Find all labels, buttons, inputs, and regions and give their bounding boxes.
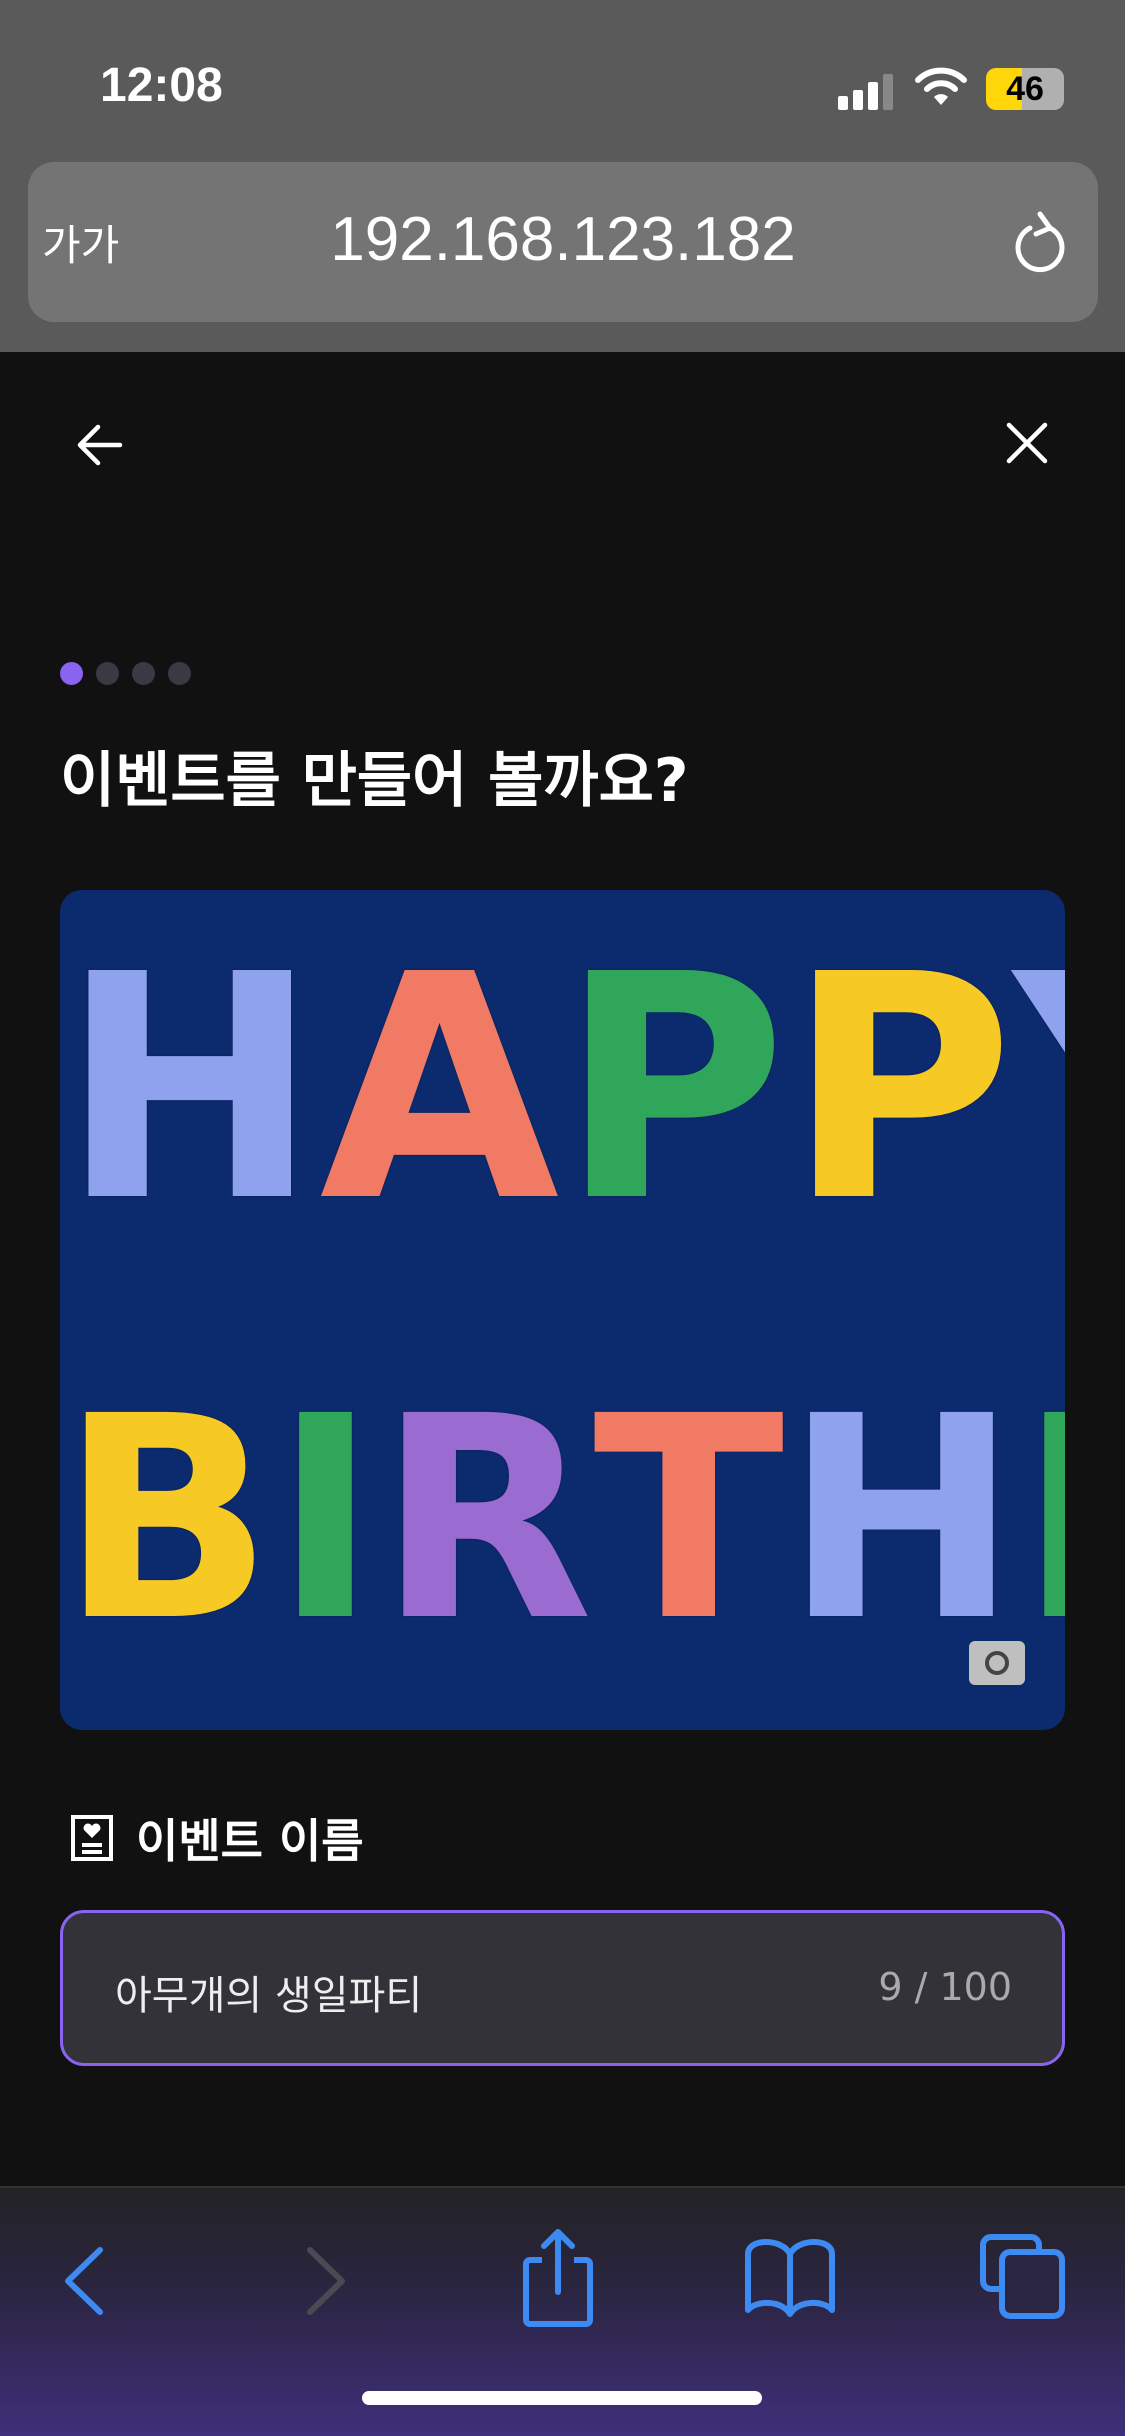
hero-letter: Y — [1014, 900, 1065, 1280]
tabs-icon[interactable] — [980, 2234, 1066, 2320]
hero-letter: P — [559, 909, 787, 1270]
hero-letter: D — [1019, 1330, 1065, 1710]
hero-letter: T — [593, 1357, 785, 1683]
browser-chrome: 12:08 46 가가 192.168.123.182 — [0, 0, 1125, 352]
close-icon[interactable] — [1004, 420, 1050, 466]
address-bar[interactable]: 가가 192.168.123.182 — [28, 162, 1098, 322]
hero-letter: B — [60, 1357, 274, 1683]
hero-letter: I — [273, 1357, 378, 1683]
hero-line-1: HAPPY — [60, 900, 1065, 1280]
wifi-icon — [915, 67, 967, 105]
hero-letter: P — [786, 909, 1014, 1270]
hero-line-2: BIRTHDAY — [60, 1330, 1065, 1710]
home-indicator[interactable] — [362, 2391, 762, 2405]
share-icon[interactable] — [520, 2228, 596, 2328]
battery-indicator: 46 — [986, 68, 1064, 110]
url-text[interactable]: 192.168.123.182 — [28, 204, 1098, 275]
cellular-signal-icon — [838, 74, 893, 110]
reload-icon[interactable] — [1010, 210, 1070, 276]
bookmarks-icon[interactable] — [744, 2238, 836, 2318]
step-dot-active — [60, 662, 83, 685]
camera-icon[interactable] — [969, 1641, 1025, 1685]
step-indicator — [60, 662, 191, 685]
hero-letter: R — [377, 1357, 594, 1683]
event-name-label: 이벤트 이름 — [70, 1805, 364, 1871]
back-arrow-icon[interactable] — [74, 420, 124, 470]
event-name-label-text: 이벤트 이름 — [136, 1814, 364, 1868]
event-name-input[interactable]: 아무개의 생일파티 9 / 100 — [60, 1910, 1065, 2066]
step-dot — [96, 662, 119, 685]
character-counter: 9 / 100 — [878, 1965, 1012, 2009]
hero-letter: H — [60, 909, 320, 1270]
status-time: 12:08 — [100, 59, 223, 112]
forward-button-icon[interactable] — [304, 2246, 348, 2316]
hero-letter: A — [319, 909, 560, 1270]
invitation-card-icon — [71, 1815, 113, 1861]
event-name-value[interactable]: 아무개의 생일파티 — [115, 1963, 422, 2021]
back-button-icon[interactable] — [62, 2246, 106, 2316]
step-dot — [132, 662, 155, 685]
step-dot — [168, 662, 191, 685]
event-cover-image[interactable]: HAPPY BIRTHDAY — [60, 890, 1065, 1730]
page-title: 이벤트를 만들어 볼까요? — [60, 746, 689, 816]
